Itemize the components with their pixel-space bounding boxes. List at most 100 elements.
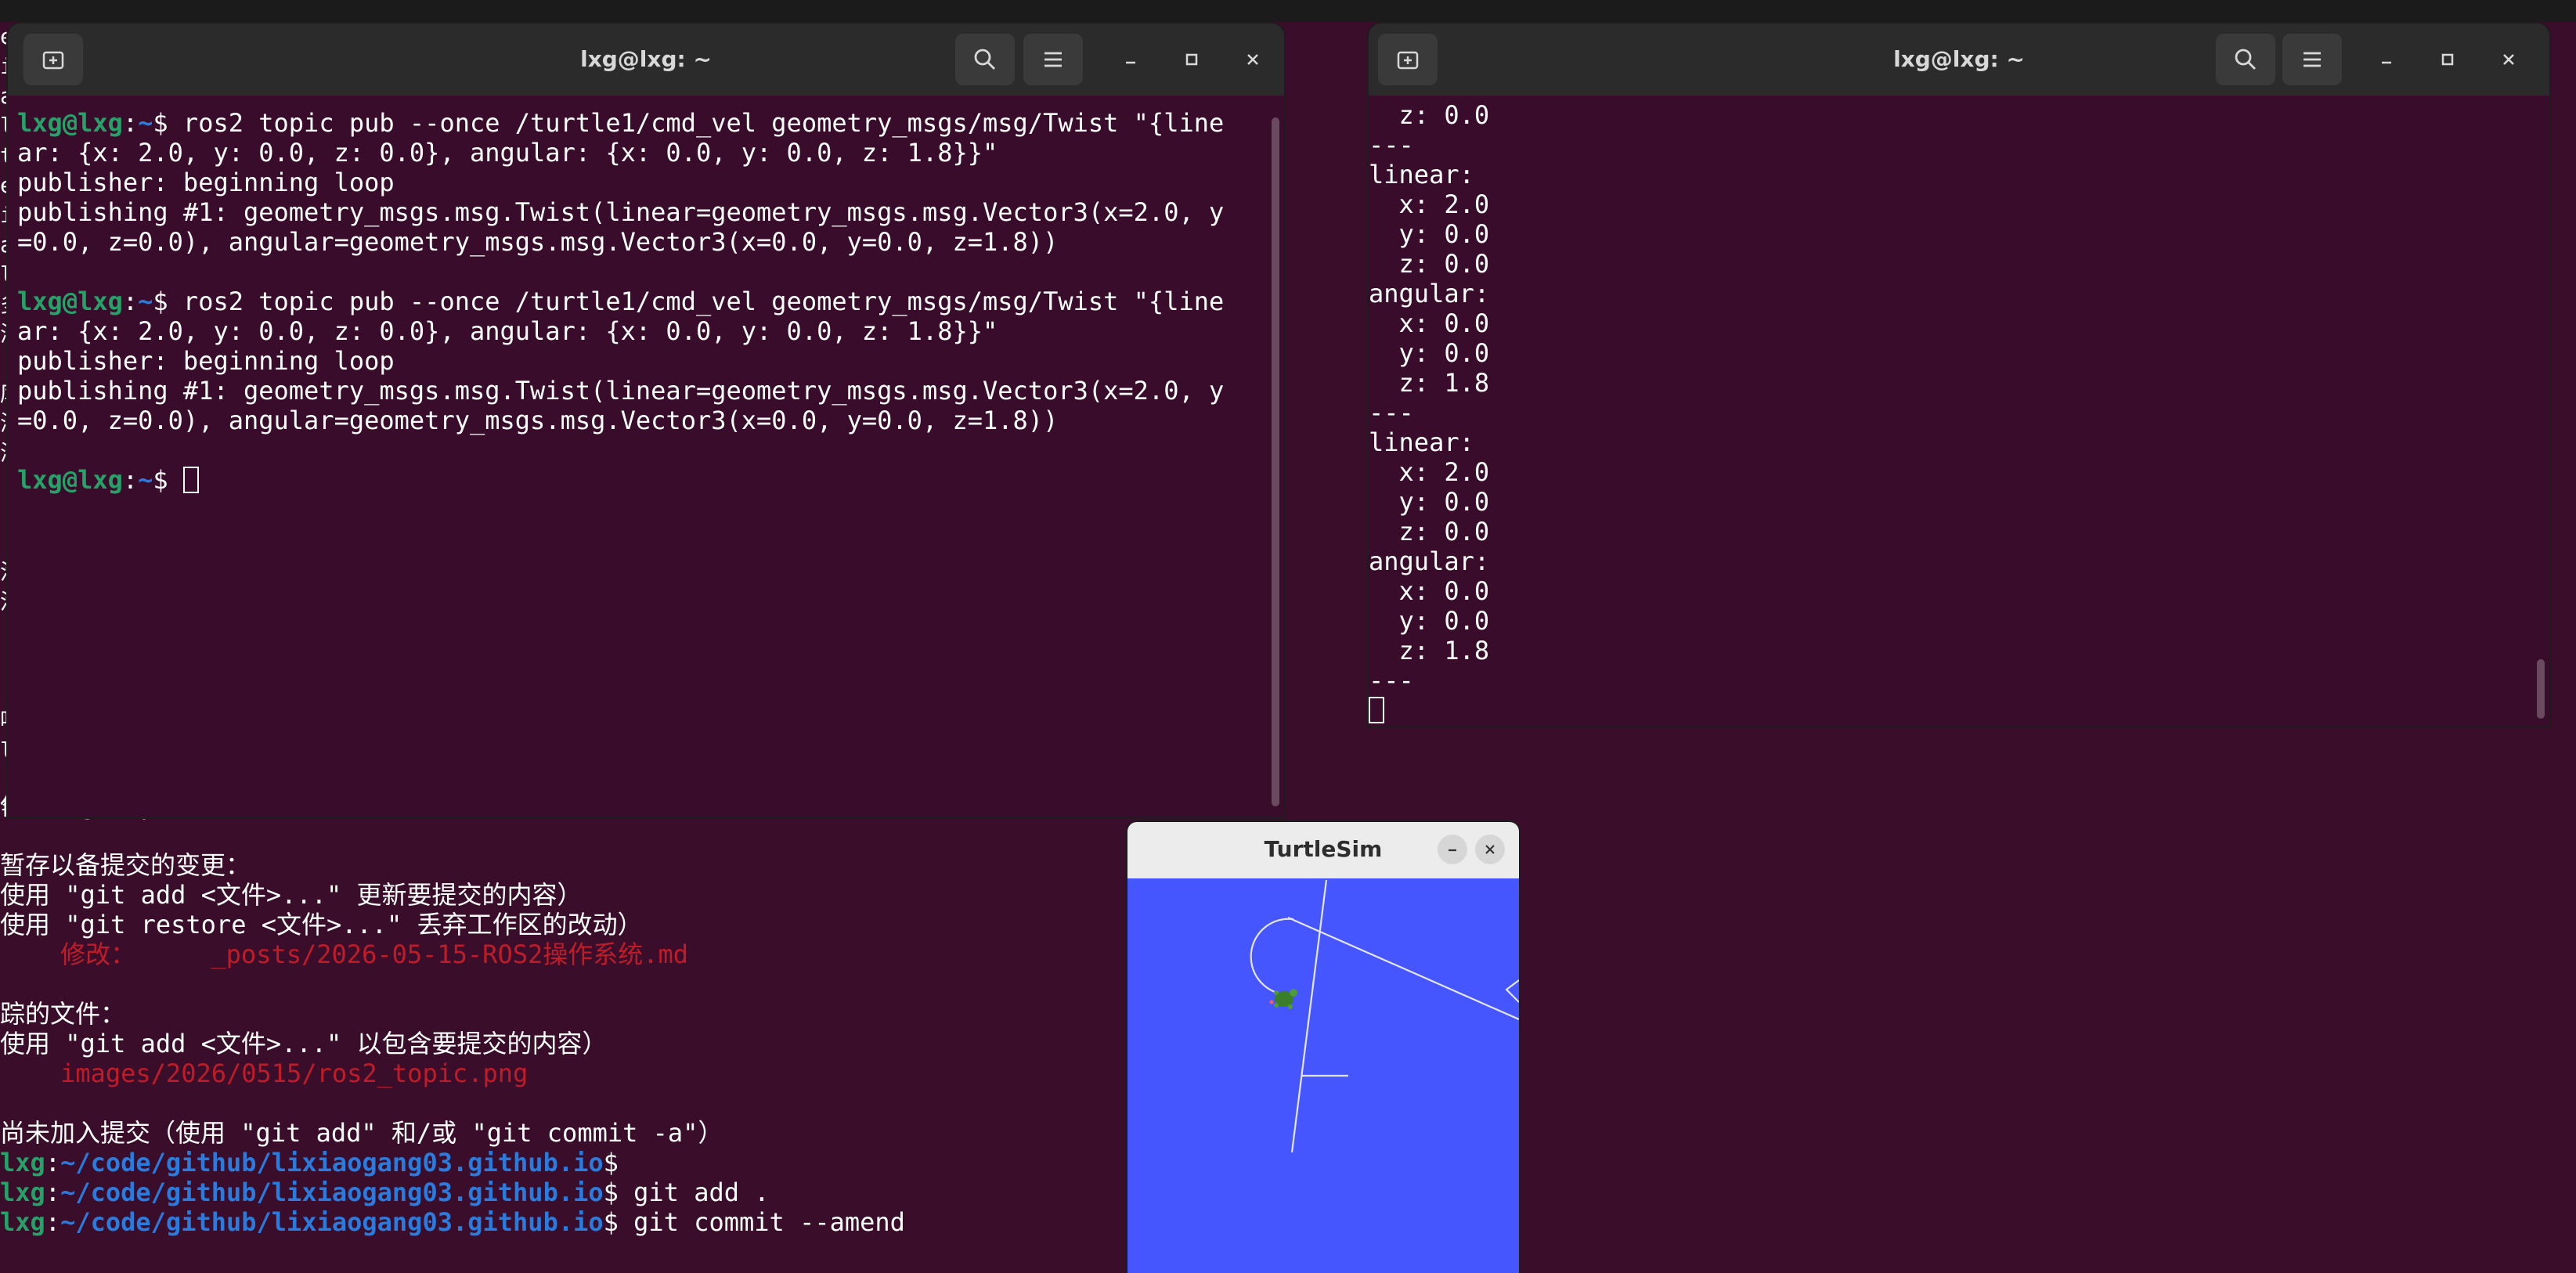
terminal-text: --- xyxy=(1369,665,1414,695)
new-tab-button[interactable] xyxy=(1378,34,1438,85)
terminal-line: x: 2.0 xyxy=(1369,189,2535,219)
terminal-text: : xyxy=(122,287,139,316)
left-terminal-window[interactable]: lxg@lxg: ~ lxg@lxg:~$ ros2 topic pub --o… xyxy=(8,23,1284,817)
terminal-text: z: 1.8 xyxy=(1369,368,1490,398)
minimize-icon xyxy=(1449,849,1456,852)
terminal-text: : xyxy=(45,1207,61,1237)
terminal-line: lxg:~/code/github/lixiaogang03.github.io… xyxy=(0,1177,1143,1207)
terminal-line: publisher: beginning loop xyxy=(17,346,1270,376)
search-button[interactable] xyxy=(955,34,1015,85)
terminal-text: $ ros2 topic pub --once /turtle1/cmd_vel… xyxy=(153,287,1225,316)
terminal-line: 尚未加入提交（使用 "git add" 和/或 "git commit -a"） xyxy=(0,1118,1143,1148)
terminal-line: publishing #1: geometry_msgs.msg.Twist(l… xyxy=(17,197,1270,227)
terminal-text: 暂存以备提交的变更： xyxy=(0,850,251,880)
terminal-line: 使用 "git add <文件>..." 以包含要提交的内容） xyxy=(0,1029,1143,1058)
terminal-text: publisher: beginning loop xyxy=(17,168,395,197)
close-button[interactable] xyxy=(2488,39,2529,80)
left-terminal-scrollbar[interactable] xyxy=(1272,117,1279,806)
prompt-sep: : xyxy=(122,465,139,495)
prompt-suffix: $ xyxy=(153,465,183,495)
terminal-text: x: 0.0 xyxy=(1369,576,1490,606)
terminal-text: angular: xyxy=(1369,279,1490,308)
terminal-text: 修改： _posts/2026-05-15-ROS2操作系统.md xyxy=(0,939,689,969)
terminal-line: =0.0, z=0.0), angular=geometry_msgs.msg.… xyxy=(17,406,1270,435)
terminal-text: lxg@lxg xyxy=(17,287,123,316)
new-tab-button[interactable] xyxy=(23,34,83,85)
terminal-text: ~/code/github/lixiaogang03.github.io xyxy=(60,1207,604,1237)
hamburger-menu-icon xyxy=(1044,52,1062,67)
terminal-text: =0.0, z=0.0), angular=geometry_msgs.msg.… xyxy=(17,406,1059,435)
terminal-line: angular: xyxy=(1369,546,2535,576)
terminal-text: y: 0.0 xyxy=(1369,338,1490,368)
terminal-text: z: 0.0 xyxy=(1369,100,1490,130)
terminal-text: $ xyxy=(603,1148,619,1177)
terminal-line: z: 1.8 xyxy=(1369,636,2535,665)
terminal-text: $ git add . xyxy=(603,1177,770,1207)
terminal-line: lxg@lxg:~$ ros2 topic pub --once /turtle… xyxy=(17,287,1270,316)
terminal-line: lxg@lxg:~$ ros2 topic pub --once /turtle… xyxy=(17,108,1270,138)
terminal-line: publisher: beginning loop xyxy=(17,168,1270,197)
menu-button[interactable] xyxy=(2282,34,2342,85)
terminal-text: 踪的文件： xyxy=(0,999,126,1029)
terminal-line: x: 0.0 xyxy=(1369,576,2535,606)
terminal-line: x: 0.0 xyxy=(1369,308,2535,338)
terminal-text: ar: {x: 2.0, y: 0.0, z: 0.0}, angular: {… xyxy=(17,316,998,346)
minimize-button[interactable] xyxy=(1110,39,1151,80)
terminal-text: linear: xyxy=(1369,427,1474,457)
minimize-icon xyxy=(2382,61,2391,64)
terminal-text: images/2026/0515/ros2_topic.png xyxy=(0,1058,529,1088)
text-cursor xyxy=(1369,697,1384,723)
maximize-button[interactable] xyxy=(1171,39,1212,80)
terminal-line: y: 0.0 xyxy=(1369,606,2535,636)
terminal-line: --- xyxy=(1369,665,2535,695)
terminal-line: --- xyxy=(1369,130,2535,160)
close-button[interactable] xyxy=(1232,39,1273,80)
terminal-text: $ ros2 topic pub --once /turtle1/cmd_vel… xyxy=(153,108,1225,138)
terminal-line: angular: xyxy=(1369,279,2535,308)
search-icon xyxy=(974,49,995,70)
terminal-text: angular: xyxy=(1369,546,1490,576)
terminal-prompt[interactable] xyxy=(1369,695,2535,725)
terminal-text: : xyxy=(45,1148,61,1177)
terminal-line: z: 0.0 xyxy=(1369,249,2535,279)
turtle-icon xyxy=(1269,989,1297,1009)
terminal-text: 使用 "git add <文件>..." 以包含要提交的内容） xyxy=(0,1029,608,1058)
terminal-line: 修改： _posts/2026-05-15-ROS2操作系统.md xyxy=(0,939,1143,969)
right-terminal-output[interactable]: z: 0.0 --- linear: x: 2.0 y: 0.0 z: 0.0 ang… xyxy=(1369,100,2535,727)
terminal-line: 使用 "git add <文件>..." 更新要提交的内容） xyxy=(0,880,1143,910)
terminal-text: lxg@lxg xyxy=(17,108,123,138)
right-terminal-scrollbar[interactable] xyxy=(2537,659,2545,719)
close-icon xyxy=(1485,845,1495,854)
terminal-line: lxg:~/code/github/lixiaogang03.github.io… xyxy=(0,1207,1143,1237)
terminal-line: 踪的文件： xyxy=(0,999,1143,1029)
terminal-line: 暂存以备提交的变更： xyxy=(0,850,1143,880)
search-button[interactable] xyxy=(2216,34,2275,85)
terminal-text: ~ xyxy=(138,108,153,138)
turtle-trail xyxy=(1250,879,1519,1153)
terminal-line: y: 0.0 xyxy=(1369,219,2535,249)
terminal-prompt[interactable]: lxg@lxg:~$ xyxy=(17,465,1270,495)
terminal-text: publisher: beginning loop xyxy=(17,346,395,376)
terminal-text: y: 0.0 xyxy=(1369,487,1490,517)
menu-button[interactable] xyxy=(1023,34,1083,85)
turtlesim-close-button[interactable] xyxy=(1475,835,1505,864)
background-terminal: 使用 "git push" 来发布您的本地提交）暂存以备提交的变更：使用 "gi… xyxy=(0,791,1143,1273)
terminal-text: y: 0.0 xyxy=(1369,606,1490,636)
terminal-text: lxg xyxy=(0,1177,45,1207)
turtlesim-minimize-button[interactable] xyxy=(1438,835,1467,864)
terminal-line: ar: {x: 2.0, y: 0.0, z: 0.0}, angular: {… xyxy=(17,138,1270,168)
minimize-button[interactable] xyxy=(2366,39,2407,80)
right-terminal-window[interactable]: lxg@lxg: ~ z: 0.0 --- linear: x: 2.0 y: 0.… xyxy=(1369,23,2549,727)
right-terminal-titlebar[interactable]: lxg@lxg: ~ xyxy=(1369,23,2549,96)
terminal-text: --- xyxy=(1369,398,1414,427)
left-terminal-titlebar[interactable]: lxg@lxg: ~ xyxy=(8,23,1284,96)
terminal-text: y: 0.0 xyxy=(1369,219,1490,249)
maximize-icon xyxy=(1185,53,1198,66)
new-tab-icon xyxy=(1397,51,1419,70)
turtlesim-window[interactable]: TurtleSim xyxy=(1127,822,1519,1273)
terminal-text: =0.0, z=0.0), angular=geometry_msgs.msg.… xyxy=(17,227,1059,257)
maximize-button[interactable] xyxy=(2427,39,2468,80)
left-terminal-output[interactable]: lxg@lxg:~$ ros2 topic pub --once /turtle… xyxy=(17,108,1270,817)
